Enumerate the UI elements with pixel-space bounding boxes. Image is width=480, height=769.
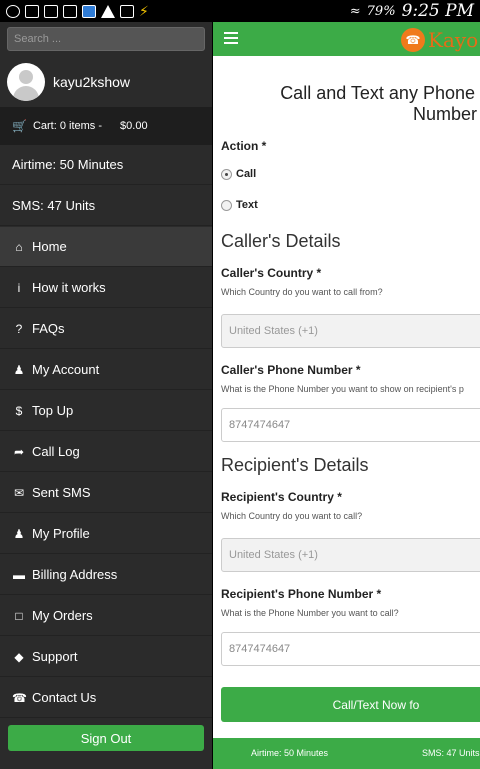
caller-country-select[interactable]: United States (+1) [221, 314, 480, 348]
sms-balance: SMS: 47 Units [0, 186, 212, 226]
sidebar-item-top-up[interactable]: $ Top Up [0, 391, 212, 431]
sidebar-item-faqs[interactable]: ? FAQs [0, 309, 212, 349]
caller-country-help: Which Country do you want to call from? [221, 287, 383, 297]
sidebar-item-contact-us[interactable]: ☎ Contact Us [0, 678, 212, 718]
sidebar-item-label: My Account [32, 362, 100, 377]
top-bar: ☎ Kayo [213, 22, 480, 56]
recipient-phone-label: Recipient's Phone Number * [221, 587, 382, 601]
recipient-phone-input[interactable]: 8747474647 [221, 632, 480, 666]
recipient-country-select[interactable]: United States (+1) [221, 538, 480, 572]
action-call-radio[interactable]: Call [221, 168, 256, 180]
sidebar-item-label: Home [32, 239, 67, 254]
call-text-now-button[interactable]: Call/Text Now fo [221, 687, 480, 722]
username: kayu2kshow [53, 74, 131, 90]
recipient-country-label: Recipient's Country * [221, 490, 342, 504]
sidebar-item-label: Call Log [32, 444, 80, 459]
cart-summary[interactable]: 🛒 Cart: 0 items - $0.00 [0, 107, 212, 145]
home-icon: ⌂ [15, 239, 23, 254]
caller-details-heading: Caller's Details [221, 231, 341, 251]
charging-icon: ⚡ [139, 2, 149, 19]
radio-unselected-icon [221, 199, 232, 211]
envelope-icon: ✉ [13, 485, 25, 500]
recipient-details-heading: Recipient's Details [221, 455, 369, 475]
sidebar-item-label: My Orders [32, 608, 93, 623]
sidebar-item-label: Sent SMS [32, 485, 91, 500]
info-icon: i [17, 280, 21, 295]
folder-open-icon: □ [15, 608, 23, 623]
picture-icon [44, 4, 58, 18]
sidebar-item-billing-address[interactable]: ▬ Billing Address [0, 555, 212, 595]
person-icon: ♟ [13, 526, 25, 541]
share-icon: ➦ [13, 444, 25, 459]
user-icon: ♟ [13, 362, 25, 377]
sidebar-item-label: Billing Address [32, 567, 118, 582]
sidebar-item-support[interactable]: ◆ Support [0, 637, 212, 677]
whatsapp-icon [6, 4, 20, 18]
sidebar-item-my-orders[interactable]: □ My Orders [0, 596, 212, 636]
cart-icon: 🛒 [12, 119, 27, 133]
sidebar-item-label: FAQs [32, 321, 65, 336]
action-label: Action * [221, 139, 267, 153]
messenger-icon [82, 4, 96, 18]
brand-logo[interactable]: ☎ Kayo [401, 28, 478, 52]
radio-selected-icon [221, 168, 232, 180]
action-text-radio[interactable]: Text [221, 199, 258, 211]
cart-total: $0.00 [120, 120, 148, 132]
caller-phone-help: What is the Phone Number you want to sho… [221, 384, 464, 394]
phone-logo-icon: ☎ [401, 28, 425, 52]
airtime-balance: Airtime: 50 Minutes [0, 145, 212, 185]
sidebar-item-my-profile[interactable]: ♟ My Profile [0, 514, 212, 554]
search-input[interactable] [7, 27, 205, 51]
warning-icon [101, 4, 115, 18]
sidebar-item-my-account[interactable]: ♟ My Account [0, 350, 212, 390]
sidebar-item-label: Contact Us [32, 690, 97, 705]
image-icon [25, 4, 39, 18]
sidebar-item-call-log[interactable]: ➦ Call Log [0, 432, 212, 472]
status-bar: ⚡ ≈ 79% 9:25 PM [0, 0, 480, 22]
sidebar-item-label: How it works [32, 280, 106, 295]
caller-phone-label: Caller's Phone Number * [221, 363, 361, 377]
sidebar-item-label: Support [32, 649, 78, 664]
main-content: ☎ Kayo Call and Text any Phone Nu Number… [213, 22, 480, 769]
sign-out-button[interactable]: Sign Out [8, 725, 204, 751]
battery-level: 79% [366, 3, 396, 19]
user-profile[interactable]: kayu2kshow [0, 58, 212, 106]
ticket-icon: ◆ [14, 649, 24, 664]
clock: 9:25 PM [401, 1, 474, 21]
recipient-phone-help: What is the Phone Number you want to cal… [221, 608, 399, 618]
caller-country-label: Caller's Country * [221, 266, 322, 280]
menu-icon[interactable] [224, 32, 238, 44]
balance-footer: Airtime: 50 Minutes SMS: 47 Units [213, 738, 480, 769]
phone-icon: ☎ [12, 690, 27, 705]
recipient-country-help: Which Country do you want to call? [221, 511, 363, 521]
notification-icons: ⚡ [6, 3, 149, 20]
footer-sms: SMS: 47 Units [422, 748, 480, 758]
sidebar-item-how-it-works[interactable]: i How it works [0, 268, 212, 308]
logo-text: Kayo [428, 28, 479, 52]
sidebar: kayu2kshow 🛒 Cart: 0 items - $0.00 Airti… [0, 22, 212, 769]
sidebar-item-sent-sms[interactable]: ✉ Sent SMS [0, 473, 212, 513]
sidebar-item-label: My Profile [32, 526, 90, 541]
footer-airtime: Airtime: 50 Minutes [251, 748, 329, 758]
google-plus-icon [120, 4, 134, 18]
question-icon: ? [15, 321, 23, 336]
sidebar-item-label: Top Up [32, 403, 74, 418]
credit-card-icon: ▬ [13, 567, 25, 582]
caller-phone-input[interactable]: 8747474647 [221, 408, 480, 442]
page-title: Call and Text any Phone Nu Number for [280, 83, 480, 124]
avatar [7, 63, 45, 101]
mail-icon [63, 4, 77, 18]
sidebar-item-home[interactable]: ⌂ Home [0, 227, 212, 267]
dollar-icon: $ [15, 403, 23, 418]
wifi-icon: ≈ [349, 3, 361, 19]
cart-label: Cart: 0 items - [32, 120, 103, 132]
